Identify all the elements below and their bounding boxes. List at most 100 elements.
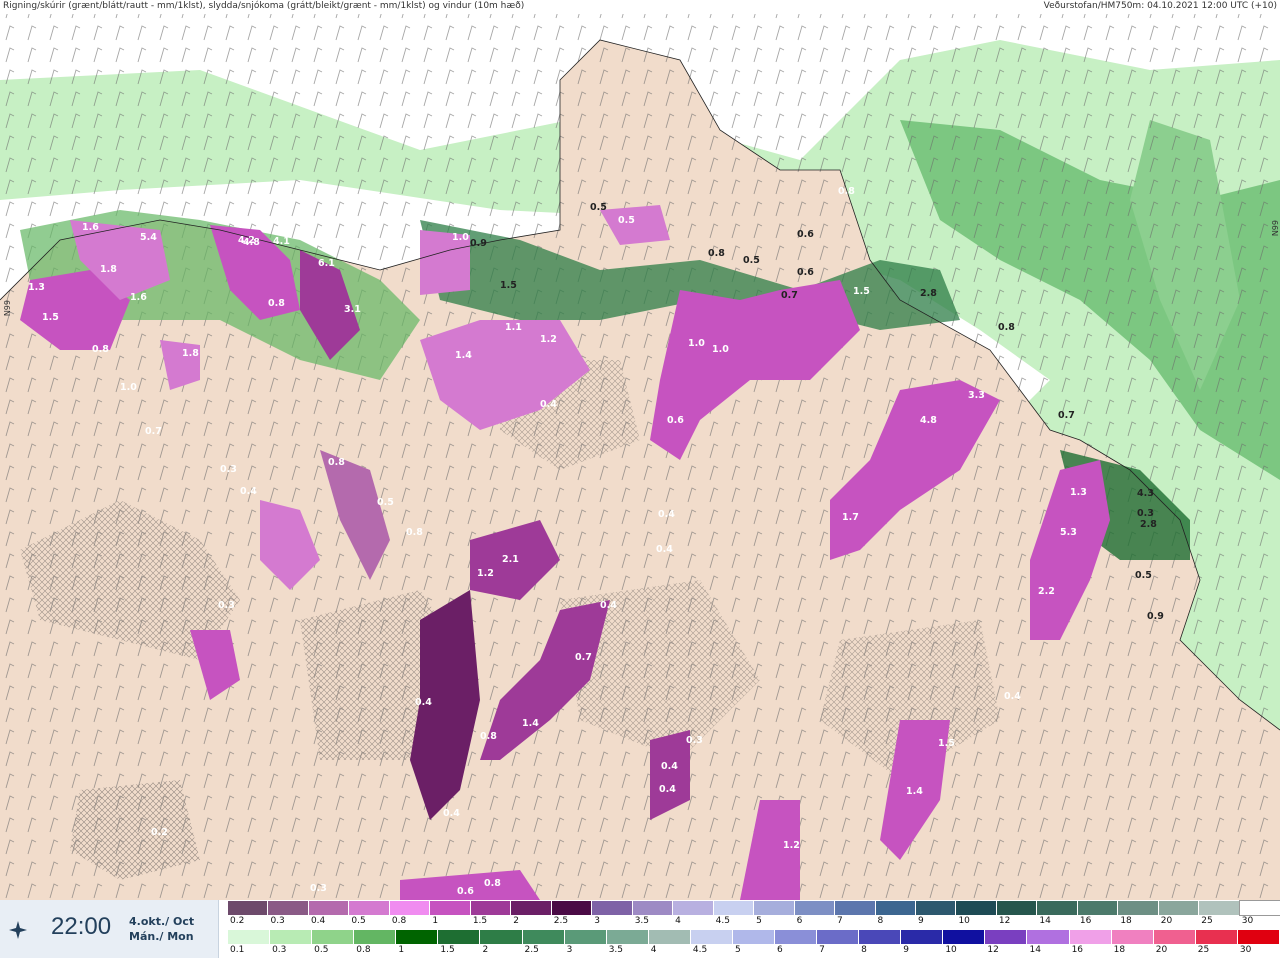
legend-bottom-label: 3 <box>566 945 573 955</box>
precip-value-label: 4.8 <box>920 415 937 426</box>
legend-bottom-swatch <box>396 930 439 944</box>
precip-value-label: 2.8 <box>920 288 937 299</box>
precip-value-label: 0.4 <box>1004 691 1021 702</box>
legend-bottom-swatch <box>859 930 902 944</box>
legend-top-swatch <box>308 901 350 915</box>
legend-top-swatch <box>430 901 471 915</box>
precip-value-label: 1.0 <box>120 382 137 393</box>
legend-top-label: 18 <box>1120 916 1132 926</box>
precip-value-label: 0.5 <box>618 215 635 226</box>
precip-value-label: 0.4 <box>443 808 460 819</box>
precip-value-label: 5.3 <box>1060 527 1077 538</box>
forecast-weekday: Mán./ Mon <box>129 930 194 943</box>
legend-top-swatch <box>389 901 431 915</box>
legend-bottom-swatch <box>228 930 271 944</box>
precip-value-label: 0.4 <box>661 761 678 772</box>
precip-value-label: 0.3 <box>220 464 237 475</box>
precip-value-label: 1.3 <box>28 282 45 293</box>
precip-value-label: 1.3 <box>1070 487 1087 498</box>
legend-top-label: 0.2 <box>230 916 245 926</box>
legend-top-label: 12 <box>998 916 1011 926</box>
forecast-time: 22:00 <box>51 913 112 940</box>
precip-value-label: 0.5 <box>377 497 394 508</box>
precip-value-label: 0.4 <box>240 486 257 497</box>
precip-value-label: 1.0 <box>688 338 705 349</box>
legend-bottom-swatch <box>438 930 481 944</box>
legend-top-label: 20 <box>1160 916 1173 926</box>
precipitation-map: 1.65.41.81.31.61.50.84.24.8 4.16.10.83.11… <box>0 14 1280 900</box>
legend-bottom-label: 20 <box>1155 945 1168 955</box>
precip-value-label: 0.4 <box>656 544 673 555</box>
precip-value-label: 0.7 <box>575 652 592 663</box>
legend-top-label: 0.8 <box>391 916 407 926</box>
legend-bottom-swatch <box>732 930 776 944</box>
legend-top-label: 4.5 <box>715 916 730 926</box>
legend-top-label: 10 <box>958 916 970 926</box>
legend-top-swatch <box>996 901 1038 915</box>
latitude-label-left: 66N <box>2 300 11 316</box>
precip-value-label: 1.1 <box>505 322 522 333</box>
legend-bottom-label: 1.5 <box>440 945 455 955</box>
map-title: Rigning/skúrir (grænt/blátt/rautt - mm/1… <box>3 1 525 11</box>
legend-bottom-swatch <box>1069 930 1112 944</box>
time-panel: 22:00 4.okt./ Oct Mán./ Mon <box>0 900 219 958</box>
precip-value-label: 0.8 <box>406 527 423 538</box>
legend-top-label: 0.5 <box>351 916 366 926</box>
precip-value-label: 0.9 <box>1147 611 1164 622</box>
legend-bottom-label: 0.5 <box>314 945 329 955</box>
legend-bottom-swatch <box>985 930 1028 944</box>
legend-bottom-label: 16 <box>1071 945 1084 955</box>
legend-top-swatch <box>754 901 795 915</box>
legend-bottom-swatch <box>522 930 565 944</box>
precip-value-label: 4.1 <box>273 236 290 247</box>
precip-value-label: 1.0 <box>712 344 729 355</box>
precip-value-label: 0.2 <box>151 827 168 838</box>
precip-value-label: 1.8 <box>100 264 117 275</box>
legend-top-swatch <box>592 901 633 915</box>
legend-top-label: 30 <box>1241 916 1254 926</box>
legend-top-label: 3 <box>594 916 600 926</box>
precip-value-label: 3.1 <box>344 304 361 315</box>
precip-value-label: 3.3 <box>968 390 985 401</box>
legend-bottom-label: 0.8 <box>356 945 371 955</box>
precip-value-label: 0.8 <box>328 457 345 468</box>
legend-top-label: 2.5 <box>553 916 569 926</box>
precip-value-label: 1.4 <box>906 786 923 797</box>
precip-value-label: 0.3 <box>1137 508 1154 519</box>
legend-bottom-swatch <box>1027 930 1070 944</box>
precip-value-label: 1.5 <box>853 286 870 297</box>
precip-value-label: 2.8 <box>1140 519 1157 530</box>
title-bar: Rigning/skúrir (grænt/blátt/rautt - mm/1… <box>0 0 1280 14</box>
model-run-info: Veðurstofan/HM750m: 04.10.2021 12:00 UTC… <box>1043 1 1277 11</box>
legend-bottom-label: 14 <box>1029 945 1041 955</box>
legend-top-swatch <box>835 901 876 915</box>
legend-top-swatch <box>1158 901 1200 915</box>
legend-bottom-swatch <box>312 930 355 944</box>
legend-bottom-label: 8 <box>861 945 867 955</box>
legend-top-swatch <box>228 901 269 915</box>
legend-bottom-label: 6 <box>777 945 783 955</box>
precip-value-label: 0.3 <box>218 600 235 611</box>
legend-bottom-swatch <box>1111 930 1154 944</box>
legend-bottom-swatch <box>354 930 397 944</box>
legend-bottom-label: 4.5 <box>692 945 708 955</box>
legend-top-label: 14 <box>1039 916 1051 926</box>
precip-value-label: 1.6 <box>130 292 147 303</box>
legend-top-swatch <box>713 901 755 915</box>
wind-compass-icon <box>9 921 27 939</box>
precip-value-label: 0.4 <box>540 399 557 410</box>
precip-value-label: 0.4 <box>600 600 617 611</box>
precip-value-label: 1.5 <box>938 738 955 749</box>
legend-top-label: 4 <box>675 916 681 926</box>
legend-top-label: 0.3 <box>270 916 285 926</box>
precip-value-label: 0.5 <box>743 255 760 266</box>
legend-top-swatch <box>470 901 512 915</box>
legend-top-label: 2 <box>513 916 520 926</box>
legend-bottom-colorbar <box>228 930 1280 944</box>
precip-value-label: 0.4 <box>658 509 675 520</box>
legend-top-label: 25 <box>1201 916 1213 926</box>
precip-value-label: 1.5 <box>42 312 59 323</box>
legend-top-swatch <box>1037 901 1078 915</box>
legend-top-swatch <box>915 901 957 915</box>
precip-value-label: 1.7 <box>842 512 859 523</box>
